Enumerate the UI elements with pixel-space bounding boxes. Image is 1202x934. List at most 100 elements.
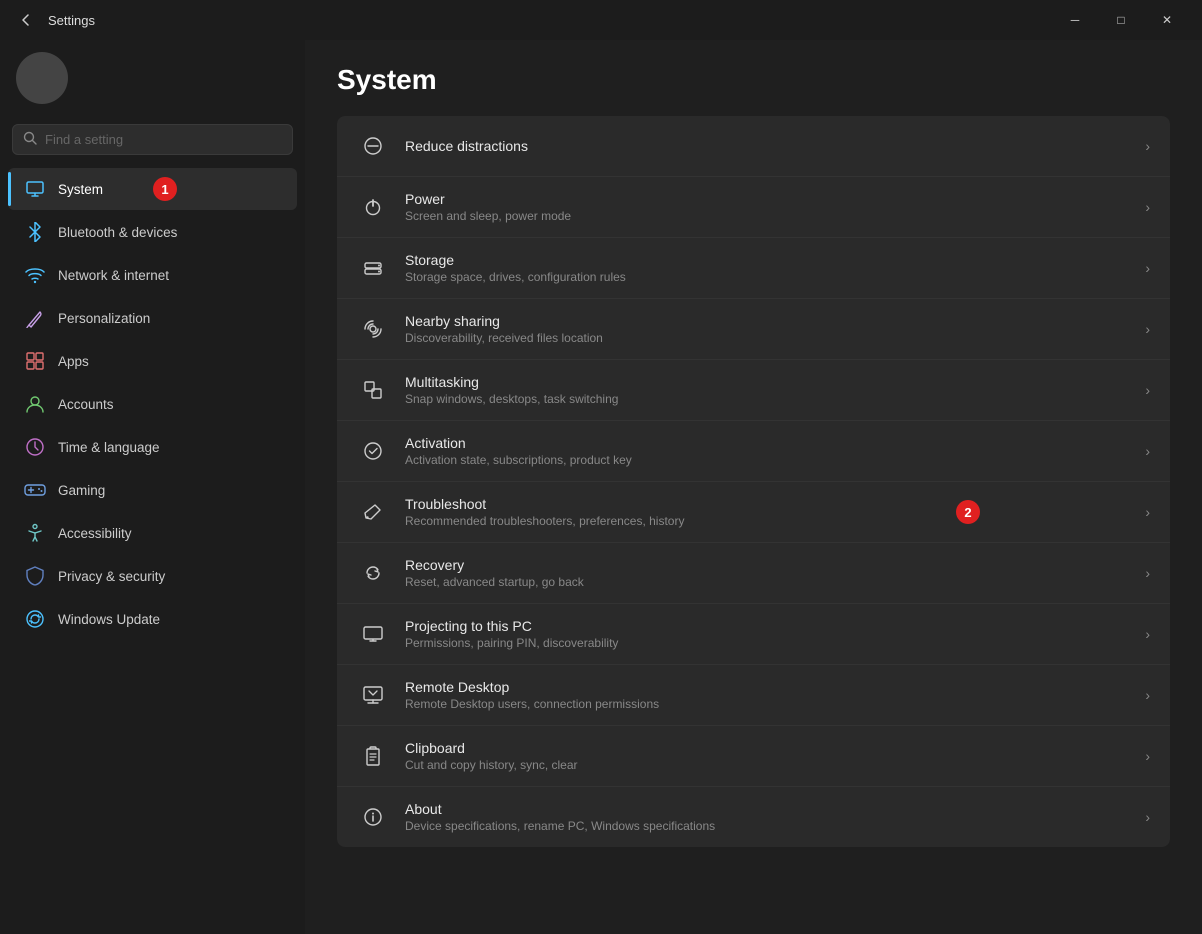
sidebar-item-system[interactable]: System 1 xyxy=(8,168,297,210)
maximize-button[interactable]: □ xyxy=(1098,4,1144,36)
sidebar-item-time[interactable]: Time & language xyxy=(8,426,297,468)
remote-desktop-icon xyxy=(357,679,389,711)
bluetooth-icon xyxy=(24,221,46,243)
item-name-nearby: Nearby sharing xyxy=(405,313,1145,329)
sidebar-item-label-accessibility: Accessibility xyxy=(58,526,132,541)
sidebar-item-label-bluetooth: Bluetooth & devices xyxy=(58,225,177,240)
item-desc-recovery: Reset, advanced startup, go back xyxy=(405,575,1145,589)
sidebar-item-label-accounts: Accounts xyxy=(58,397,114,412)
sidebar-item-label-time: Time & language xyxy=(58,440,160,455)
chevron-icon: › xyxy=(1145,687,1150,703)
settings-item-clipboard[interactable]: Clipboard Cut and copy history, sync, cl… xyxy=(337,726,1170,787)
settings-group: Reduce distractions › Power Screen and s… xyxy=(337,116,1170,847)
personalization-icon xyxy=(24,307,46,329)
chevron-icon: › xyxy=(1145,504,1150,520)
storage-icon xyxy=(357,252,389,284)
settings-item-troubleshoot[interactable]: Troubleshoot Recommended troubleshooters… xyxy=(337,482,1170,543)
apps-icon xyxy=(24,350,46,372)
settings-item-activation[interactable]: Activation Activation state, subscriptio… xyxy=(337,421,1170,482)
item-name-storage: Storage xyxy=(405,252,1145,268)
accounts-icon xyxy=(24,393,46,415)
search-box[interactable] xyxy=(12,124,293,155)
sidebar-item-accessibility[interactable]: Accessibility xyxy=(8,512,297,554)
accessibility-icon xyxy=(24,522,46,544)
recovery-icon xyxy=(357,557,389,589)
settings-item-recovery[interactable]: Recovery Reset, advanced startup, go bac… xyxy=(337,543,1170,604)
item-desc-about: Device specifications, rename PC, Window… xyxy=(405,819,1145,833)
item-desc-multitasking: Snap windows, desktops, task switching xyxy=(405,392,1145,406)
nav-list: System 1 Bluetooth & devices xyxy=(0,167,305,641)
multitasking-icon xyxy=(357,374,389,406)
time-icon xyxy=(24,436,46,458)
troubleshoot-icon xyxy=(357,496,389,528)
chevron-icon: › xyxy=(1145,260,1150,276)
avatar xyxy=(16,52,68,104)
item-desc-power: Screen and sleep, power mode xyxy=(405,209,1145,223)
item-name-clipboard: Clipboard xyxy=(405,740,1145,756)
item-name-troubleshoot: Troubleshoot xyxy=(405,496,1145,512)
item-desc-activation: Activation state, subscriptions, product… xyxy=(405,453,1145,467)
item-name-about: About xyxy=(405,801,1145,817)
titlebar: Settings ─ □ ✕ xyxy=(0,0,1202,40)
settings-item-remote-desktop[interactable]: Remote Desktop Remote Desktop users, con… xyxy=(337,665,1170,726)
settings-item-projecting[interactable]: Projecting to this PC Permissions, pairi… xyxy=(337,604,1170,665)
chevron-icon: › xyxy=(1145,321,1150,337)
item-name-power: Power xyxy=(405,191,1145,207)
item-name-activation: Activation xyxy=(405,435,1145,451)
network-icon xyxy=(24,264,46,286)
projecting-icon xyxy=(357,618,389,650)
item-desc-nearby: Discoverability, received files location xyxy=(405,331,1145,345)
search-icon xyxy=(23,131,37,148)
chevron-icon: › xyxy=(1145,565,1150,581)
privacy-icon xyxy=(24,565,46,587)
sidebar-item-label-network: Network & internet xyxy=(58,268,169,283)
item-desc-projecting: Permissions, pairing PIN, discoverabilit… xyxy=(405,636,1145,650)
settings-item-reduce-distractions[interactable]: Reduce distractions › xyxy=(337,116,1170,177)
window-controls: ─ □ ✕ xyxy=(1052,4,1190,36)
minimize-button[interactable]: ─ xyxy=(1052,4,1098,36)
reduce-distractions-icon xyxy=(357,130,389,162)
sidebar-item-accounts[interactable]: Accounts xyxy=(8,383,297,425)
chevron-icon: › xyxy=(1145,199,1150,215)
gaming-icon xyxy=(24,479,46,501)
sidebar: System 1 Bluetooth & devices xyxy=(0,40,305,934)
item-name-projecting: Projecting to this PC xyxy=(405,618,1145,634)
user-profile xyxy=(0,40,305,116)
settings-item-about[interactable]: About Device specifications, rename PC, … xyxy=(337,787,1170,847)
sidebar-item-label-privacy: Privacy & security xyxy=(58,569,165,584)
titlebar-nav: Settings xyxy=(12,6,95,34)
sidebar-item-apps[interactable]: Apps xyxy=(8,340,297,382)
chevron-icon: › xyxy=(1145,626,1150,642)
item-desc-troubleshoot: Recommended troubleshooters, preferences… xyxy=(405,514,1145,528)
settings-item-storage[interactable]: Storage Storage space, drives, configura… xyxy=(337,238,1170,299)
search-input[interactable] xyxy=(45,132,282,147)
nearby-sharing-icon xyxy=(357,313,389,345)
about-icon xyxy=(357,801,389,833)
back-button[interactable] xyxy=(12,6,40,34)
settings-item-nearby-sharing[interactable]: Nearby sharing Discoverability, received… xyxy=(337,299,1170,360)
chevron-icon: › xyxy=(1145,748,1150,764)
sidebar-item-personalization[interactable]: Personalization xyxy=(8,297,297,339)
content-area: System Reduce distractions › xyxy=(305,40,1202,934)
power-icon xyxy=(357,191,389,223)
main-layout: System 1 Bluetooth & devices xyxy=(0,40,1202,934)
annotation-badge-1: 1 xyxy=(153,177,177,201)
sidebar-item-privacy[interactable]: Privacy & security xyxy=(8,555,297,597)
active-indicator xyxy=(8,172,11,206)
item-name-reduce: Reduce distractions xyxy=(405,138,1145,154)
sidebar-item-bluetooth[interactable]: Bluetooth & devices xyxy=(8,211,297,253)
sidebar-item-update[interactable]: Windows Update xyxy=(8,598,297,640)
item-name-multitasking: Multitasking xyxy=(405,374,1145,390)
page-title: System xyxy=(337,64,1170,96)
close-button[interactable]: ✕ xyxy=(1144,4,1190,36)
sidebar-item-label-gaming: Gaming xyxy=(58,483,105,498)
sidebar-item-label-update: Windows Update xyxy=(58,612,160,627)
settings-item-power[interactable]: Power Screen and sleep, power mode › xyxy=(337,177,1170,238)
item-desc-remote: Remote Desktop users, connection permiss… xyxy=(405,697,1145,711)
item-desc-storage: Storage space, drives, configuration rul… xyxy=(405,270,1145,284)
sidebar-item-network[interactable]: Network & internet xyxy=(8,254,297,296)
sidebar-item-label-personalization: Personalization xyxy=(58,311,150,326)
item-name-recovery: Recovery xyxy=(405,557,1145,573)
settings-item-multitasking[interactable]: Multitasking Snap windows, desktops, tas… xyxy=(337,360,1170,421)
sidebar-item-gaming[interactable]: Gaming xyxy=(8,469,297,511)
